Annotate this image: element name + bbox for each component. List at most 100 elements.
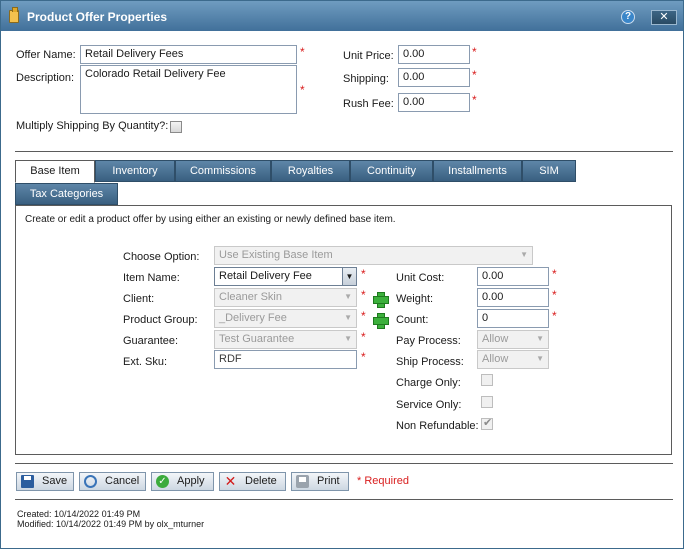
required-mark: * <box>472 45 477 59</box>
close-button[interactable]: ✕ <box>651 10 677 25</box>
divider <box>15 151 673 152</box>
description-textarea[interactable]: Colorado Retail Delivery Fee <box>80 65 297 114</box>
product-group-value: _Delivery Fee <box>219 312 287 324</box>
rush-fee-label: Rush Fee: <box>343 98 394 110</box>
delete-x-icon: ✕ <box>224 473 237 489</box>
non-refundable-checkbox: ✔ <box>481 417 493 430</box>
created-timestamp: Created: 10/14/2022 01:49 PM <box>17 509 141 519</box>
window-title: Product Offer Properties <box>27 10 168 24</box>
client-select: Cleaner Skin ▼ <box>214 288 357 307</box>
guarantee-select: Test Guarantee ▼ <box>214 330 357 349</box>
weight-label: Weight: <box>396 293 434 305</box>
printer-icon <box>296 475 309 488</box>
required-mark: * <box>361 330 366 344</box>
required-mark: * <box>361 350 366 364</box>
help-button[interactable]: ? <box>621 10 635 24</box>
description-label: Description: <box>16 72 75 84</box>
product-icon <box>9 7 19 23</box>
count-input[interactable]: 0 <box>477 309 549 328</box>
required-mark: * <box>300 45 305 59</box>
offer-name-input[interactable]: Retail Delivery Fees <box>80 45 297 64</box>
tab-inventory[interactable]: Inventory <box>95 160 175 182</box>
tab-sim[interactable]: SIM <box>522 160 576 182</box>
required-mark: * <box>472 68 477 82</box>
pay-process-label: Pay Process: <box>396 335 461 347</box>
choose-option-value: Use Existing Base Item <box>219 249 333 261</box>
choose-option-label: Choose Option: <box>123 251 200 263</box>
delete-button[interactable]: ✕ Delete <box>219 472 286 491</box>
weight-input[interactable]: 0.00 <box>477 288 549 307</box>
pay-process-value: Allow <box>482 333 509 345</box>
required-mark: * <box>552 309 557 323</box>
multiply-shipping-label: Multiply Shipping By Quantity?: <box>16 120 169 132</box>
guarantee-value: Test Guarantee <box>219 333 295 345</box>
required-mark: * <box>472 93 477 107</box>
unit-cost-label: Unit Cost: <box>396 272 445 284</box>
item-name-select[interactable]: Retail Delivery Fee ▼ <box>214 267 357 286</box>
required-mark: * <box>361 309 366 323</box>
ext-sku-label: Ext. Sku: <box>123 356 168 368</box>
add-client-plus-icon[interactable] <box>373 292 389 308</box>
required-mark: * <box>361 288 366 302</box>
item-name-label: Item Name: <box>123 272 180 284</box>
shipping-input[interactable]: 0.00 <box>398 68 470 87</box>
divider <box>15 463 673 464</box>
charge-only-checkbox <box>481 374 493 386</box>
tab-royalties[interactable]: Royalties <box>271 160 350 182</box>
divider <box>15 499 673 500</box>
shipping-label: Shipping: <box>343 73 389 85</box>
chevron-down-icon: ▼ <box>536 334 544 343</box>
required-mark: * <box>300 83 305 97</box>
tab-commissions[interactable]: Commissions <box>175 160 271 182</box>
service-only-label: Service Only: <box>396 399 462 411</box>
required-note: * Required <box>357 475 409 487</box>
chevron-down-icon: ▼ <box>344 334 352 343</box>
chevron-down-icon: ▼ <box>344 313 352 322</box>
chevron-down-icon: ▼ <box>536 354 544 363</box>
checkmark-icon: ✔ <box>483 417 493 429</box>
title-bar[interactable]: Product Offer Properties ? ✕ <box>1 1 683 31</box>
save-label: Save <box>42 475 68 487</box>
tab-installments[interactable]: Installments <box>433 160 522 182</box>
client-value: Cleaner Skin <box>219 291 282 303</box>
ship-process-label: Ship Process: <box>396 356 464 368</box>
chevron-down-icon: ▼ <box>520 250 528 259</box>
unit-price-input[interactable]: 0.00 <box>398 45 470 64</box>
unit-price-label: Unit Price: <box>343 50 394 62</box>
tab-tax-categories[interactable]: Tax Categories <box>15 183 118 205</box>
apply-label: Apply <box>177 475 205 487</box>
client-label: Client: <box>123 293 155 305</box>
multiply-shipping-checkbox[interactable] <box>170 121 182 133</box>
choose-option-select: Use Existing Base Item ▼ <box>214 246 533 265</box>
save-button[interactable]: Save <box>16 472 74 491</box>
print-button[interactable]: Print <box>291 472 349 491</box>
chevron-down-icon: ▼ <box>344 292 352 301</box>
ship-process-value: Allow <box>482 353 509 365</box>
chevron-down-icon[interactable]: ▼ <box>342 268 356 285</box>
apply-button[interactable]: ✓ Apply <box>151 472 214 491</box>
add-product-group-plus-icon[interactable] <box>373 313 389 329</box>
panel-description: Create or edit a product offer by using … <box>25 214 396 225</box>
service-only-checkbox <box>481 396 493 408</box>
ext-sku-input[interactable]: RDF <box>214 350 357 369</box>
product-offer-dialog: Product Offer Properties ? ✕ Offer Name:… <box>0 0 684 549</box>
modified-timestamp: Modified: 10/14/2022 01:49 PM by olx_mtu… <box>17 519 205 529</box>
cancel-button[interactable]: Cancel <box>79 472 146 491</box>
save-icon <box>21 475 34 488</box>
undo-icon <box>84 475 97 488</box>
required-mark: * <box>552 267 557 281</box>
delete-label: Delete <box>245 475 277 487</box>
rush-fee-input[interactable]: 0.00 <box>398 93 470 112</box>
checkmark-icon: ✓ <box>156 475 169 488</box>
count-label: Count: <box>396 314 429 326</box>
offer-name-label: Offer Name: <box>16 49 76 61</box>
product-group-select: _Delivery Fee ▼ <box>214 309 357 328</box>
charge-only-label: Charge Only: <box>396 377 461 389</box>
print-label: Print <box>317 475 340 487</box>
tab-base-item[interactable]: Base Item <box>15 160 95 183</box>
tab-continuity[interactable]: Continuity <box>350 160 433 182</box>
required-mark: * <box>361 267 366 281</box>
unit-cost-input[interactable]: 0.00 <box>477 267 549 286</box>
ship-process-select: Allow ▼ <box>477 350 549 369</box>
product-group-label: Product Group: <box>123 314 198 326</box>
